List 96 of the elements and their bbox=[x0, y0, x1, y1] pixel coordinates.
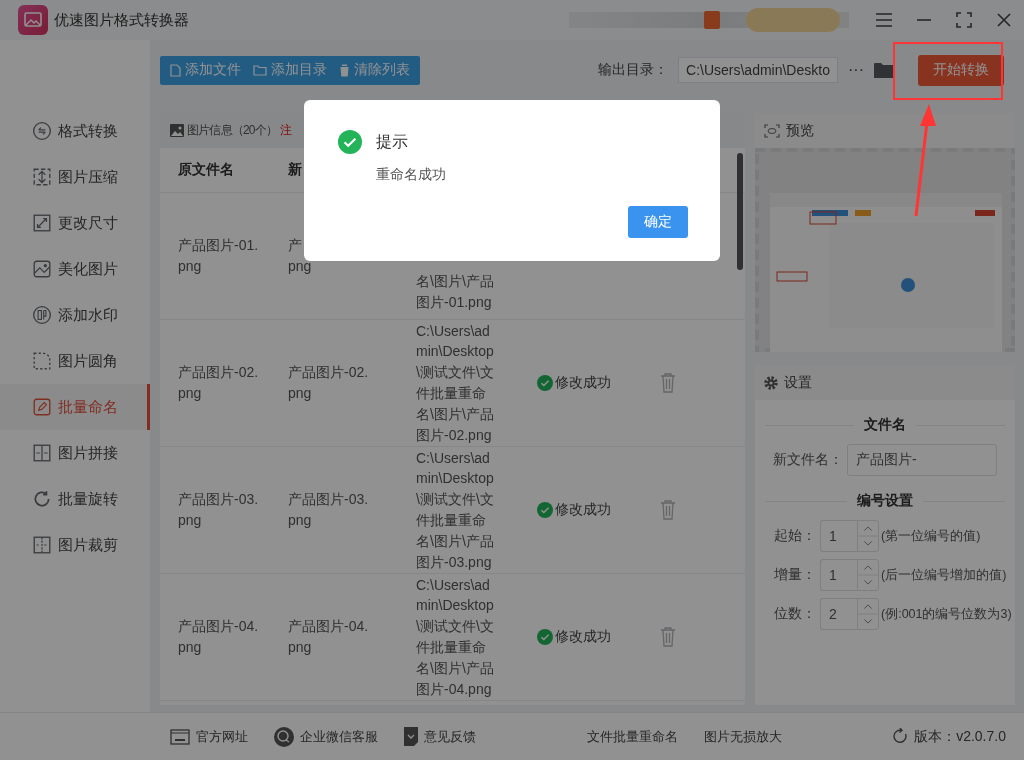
dialog-title: 提示 bbox=[376, 131, 408, 152]
version-text: 版本：v2.0.7.0 bbox=[914, 727, 1006, 746]
hint-text: (例:001的编号位数为3) bbox=[881, 605, 1012, 623]
sidebar-item[interactable]: 更改尺寸 bbox=[0, 200, 150, 246]
scrollbar[interactable] bbox=[737, 153, 743, 270]
maximize-icon bbox=[956, 12, 972, 28]
dialog-message: 重命名成功 bbox=[376, 166, 447, 184]
field-label: 增量： bbox=[774, 566, 816, 584]
table-cell-text: 产品图片-01.png bbox=[178, 236, 260, 276]
compress-icon bbox=[32, 167, 52, 187]
field-label: 位数： bbox=[774, 605, 816, 623]
section-title: 编号设置 bbox=[857, 492, 913, 510]
close-icon bbox=[997, 13, 1011, 27]
image-icon bbox=[170, 124, 184, 137]
panel-title: 图片信息（20个） bbox=[187, 122, 278, 139]
chat-icon bbox=[274, 726, 294, 747]
check-icon bbox=[537, 375, 553, 391]
refresh-icon bbox=[893, 728, 909, 745]
sidebar-item[interactable]: 美化图片 bbox=[0, 246, 150, 292]
footer-link[interactable]: 图片无损放大 bbox=[704, 727, 783, 746]
number-field[interactable]: 2 bbox=[820, 598, 857, 630]
footer-link[interactable]: 文件批量重命名 bbox=[587, 727, 679, 746]
eye-icon bbox=[764, 123, 780, 138]
merge-icon bbox=[32, 443, 52, 463]
sidebar-item[interactable]: 批量旋转 bbox=[0, 476, 150, 522]
resize-icon bbox=[32, 213, 52, 233]
table-cell-text: 产品图片-04.png bbox=[288, 617, 370, 657]
field-label: 起始： bbox=[774, 527, 816, 545]
column-header: 原文件名 bbox=[178, 161, 234, 179]
trash-icon[interactable] bbox=[660, 500, 676, 520]
image-icon bbox=[32, 259, 52, 279]
file-icon bbox=[170, 63, 181, 77]
number-field[interactable]: 1 bbox=[820, 559, 857, 591]
folder-icon bbox=[253, 64, 267, 76]
website-icon bbox=[170, 728, 190, 745]
check-icon bbox=[537, 629, 553, 645]
table-cell-text: C:\Users\admin\Desktop\测试文件\文件批量重命名\图片\产品图片-02.png bbox=[416, 321, 495, 445]
check-icon bbox=[338, 130, 362, 154]
footer-link[interactable]: 意见反馈 bbox=[404, 727, 476, 746]
sidebar-item[interactable]: 批量命名 bbox=[0, 384, 150, 430]
number-field[interactable]: 1 bbox=[820, 520, 857, 552]
sidebar-item[interactable]: 添加水印 bbox=[0, 292, 150, 338]
promo-pill[interactable] bbox=[746, 8, 840, 32]
table-cell-text: 产品图片-03.png bbox=[178, 490, 260, 530]
filename-field[interactable]: 产品图片- bbox=[847, 444, 997, 476]
sidebar-item[interactable]: 图片压缩 bbox=[0, 154, 150, 200]
confirm-button[interactable]: 确定 bbox=[628, 206, 688, 238]
stepper-control[interactable] bbox=[857, 520, 879, 552]
section-title: 文件名 bbox=[864, 416, 906, 434]
table-cell-text: 产品图片-04.png bbox=[178, 617, 260, 657]
folder-button[interactable] bbox=[874, 61, 894, 79]
app-logo bbox=[18, 5, 48, 35]
stepper-control[interactable] bbox=[857, 559, 879, 591]
output-label: 输出目录： bbox=[598, 61, 668, 79]
trash-icon[interactable] bbox=[660, 373, 676, 393]
trash-icon[interactable] bbox=[660, 627, 676, 647]
output-path-field[interactable]: C:\Users\admin\Deskto bbox=[678, 57, 838, 83]
menu-icon bbox=[876, 13, 892, 27]
notice-text: 注 bbox=[280, 122, 293, 139]
corner-icon bbox=[32, 351, 52, 371]
footer-link[interactable]: 企业微信客服 bbox=[274, 726, 378, 747]
minimize-icon bbox=[917, 19, 931, 21]
table-cell-text: C:\Users\admin\Desktop\测试文件\文件批量重命名\图片\产品图片-04.png bbox=[416, 575, 495, 699]
sidebar-item[interactable]: 图片裁剪 bbox=[0, 522, 150, 568]
check-icon bbox=[537, 502, 553, 518]
rotate-icon bbox=[32, 489, 52, 509]
window-title: 优速图片格式转换器 bbox=[54, 10, 189, 30]
table-cell-text: 产品图片-02.png bbox=[178, 363, 260, 403]
stepper-control[interactable] bbox=[857, 598, 879, 630]
hint-text: (第一位编号的值) bbox=[881, 527, 981, 545]
field-label: 新文件名： bbox=[773, 451, 843, 469]
settings-title: 设置 bbox=[784, 373, 812, 392]
more-button[interactable]: ··· bbox=[844, 61, 868, 79]
crop-icon bbox=[32, 535, 52, 555]
table-cell-text: 名\图片\产品图片-01.png bbox=[416, 272, 495, 313]
status-text: 修改成功 bbox=[555, 501, 611, 519]
footer-link[interactable]: 官方网址 bbox=[170, 727, 248, 746]
table-cell-text: C:\Users\admin\Desktop\测试文件\文件批量重命名\图片\产品图片-03.png bbox=[416, 448, 495, 572]
table-cell-text: 产品图片-03.png bbox=[288, 490, 370, 530]
column-header: 新 bbox=[288, 161, 302, 179]
table-cell-text: 产品图片-02.png bbox=[288, 363, 370, 403]
stamp-icon bbox=[32, 305, 52, 325]
preview-title: 预览 bbox=[786, 121, 814, 140]
sidebar-item[interactable]: 图片圆角 bbox=[0, 338, 150, 384]
table-cell-text: 产 png bbox=[288, 236, 313, 276]
status-text: 修改成功 bbox=[555, 628, 611, 646]
status-text: 修改成功 bbox=[555, 374, 611, 392]
start-button[interactable]: 开始转换 bbox=[918, 54, 1004, 86]
hint-text: (后一位编号增加的值) bbox=[881, 566, 1007, 584]
sidebar-item[interactable]: 格式转换 bbox=[0, 108, 150, 154]
sidebar-item[interactable]: 图片拼接 bbox=[0, 430, 150, 476]
convert-icon bbox=[32, 121, 52, 141]
trash-icon bbox=[339, 63, 350, 77]
settings-icon bbox=[764, 375, 778, 390]
feedback-icon bbox=[404, 727, 418, 746]
edit-icon bbox=[32, 397, 52, 417]
